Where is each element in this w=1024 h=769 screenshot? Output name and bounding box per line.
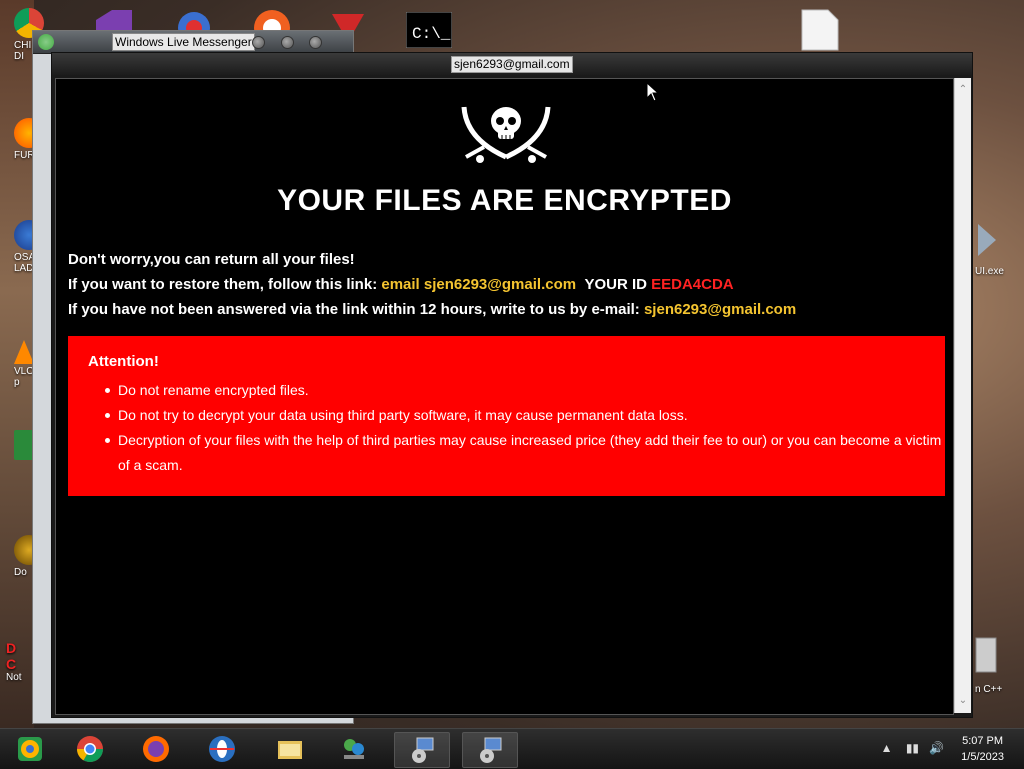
desktop-icon-label: n C++ [975, 684, 1003, 695]
restore-instructions: If you want to restore them, follow this… [68, 276, 734, 293]
show-hidden-icons-icon[interactable]: ▲ [881, 741, 893, 755]
vertical-scrollbar[interactable]: ⌃ ⌄ [954, 78, 971, 713]
fallback-email[interactable]: sjen6293@gmail.com [644, 301, 796, 318]
taskbar-button-firefox[interactable] [128, 732, 182, 766]
network-icon [344, 739, 364, 759]
ransom-note-content: YOUR FILES ARE ENCRYPTED Don't worry,you… [55, 78, 954, 715]
taskbar-button-file-explorer[interactable] [262, 732, 316, 766]
fallback-instructions: If you have not been answered via the li… [68, 301, 796, 318]
setup-icon [412, 737, 434, 763]
attention-list: Do not rename encrypted files. Do not tr… [68, 378, 945, 478]
taskbar-button-chrome-canary[interactable] [2, 732, 56, 766]
scroll-up-icon[interactable]: ⌃ [955, 82, 971, 98]
volume-icon[interactable]: 🔊 [929, 741, 944, 755]
close-button[interactable] [309, 36, 322, 49]
line1-text: Don't worry,you can return all your file… [68, 251, 355, 268]
desktop-icon-label: p [14, 377, 20, 388]
desktop-icon-label: Not [6, 672, 22, 683]
list-item: Do not rename encrypted files. [105, 378, 945, 403]
desktop-icon-label: VLC [14, 366, 34, 377]
desktop-icon-label: D [6, 640, 17, 656]
desktop-icon-label: DI [14, 51, 24, 62]
taskbar-button-chrome[interactable] [62, 732, 116, 766]
desktop-icon-label: C [6, 656, 17, 672]
file-icon[interactable] [800, 8, 844, 52]
reassurance-text: Don't worry,you can return all your file… [68, 251, 355, 268]
vlc-icon [14, 340, 34, 364]
fallback-text: If you have not been answered via the li… [68, 301, 640, 318]
recycle-bin-icon[interactable] [974, 632, 998, 676]
clock-time: 5:07 PM [962, 735, 1004, 747]
mouse-cursor-icon [646, 82, 658, 102]
clock[interactable]: 5:07 PM 1/5/2023 [961, 733, 1004, 765]
headline: YOUR FILES ARE ENCRYPTED [277, 184, 732, 217]
desktop-icon-label: LAD [14, 263, 34, 274]
taskbar: ▲ ▮▮ 🔊 5:07 PM 1/5/2023 [0, 728, 1024, 769]
ransom-window[interactable]: sjen6293@gmail.com YOUR FILES ARE ENCRYP… [51, 52, 973, 718]
desktop-icon-label: CHI [14, 40, 32, 51]
attention-box: Attention! Do not rename encrypted files… [68, 336, 945, 496]
victim-id: EEDA4CDA [651, 276, 734, 293]
file-explorer-icon [278, 741, 302, 759]
messenger-title-bar[interactable]: Windows Live Messenger [33, 31, 353, 54]
taskbar-button-network[interactable] [326, 732, 380, 766]
maximize-button[interactable] [281, 36, 294, 49]
messenger-icon [38, 34, 54, 50]
firefox-icon [143, 736, 169, 762]
clock-date: 1/5/2023 [961, 751, 1004, 763]
taskbar-button-opera[interactable] [194, 732, 248, 766]
ransom-title-bar[interactable]: sjen6293@gmail.com [52, 53, 972, 75]
minimize-button[interactable] [252, 36, 265, 49]
attention-title: Attention! [88, 353, 159, 370]
skull-crossed-swords-icon [461, 106, 551, 163]
desktop-icon-label: Do [14, 567, 27, 578]
desktop-icon-label: UI.exe [975, 266, 1004, 277]
window-title: sjen6293@gmail.com [451, 56, 573, 73]
messenger-title: Windows Live Messenger [112, 33, 255, 51]
opera-icon [209, 736, 235, 762]
contact-email-link[interactable]: email sjen6293@gmail.com [381, 276, 576, 293]
taskbar-button-setup-1[interactable] [394, 732, 450, 768]
restore-text: If you want to restore them, follow this… [68, 276, 378, 293]
command-prompt-icon[interactable]: C:\_ [405, 11, 453, 56]
scroll-down-icon[interactable]: ⌄ [955, 693, 971, 709]
chrome-canary-icon [18, 737, 42, 761]
chrome-icon [76, 736, 104, 763]
app-icon[interactable] [976, 220, 998, 260]
network-status-icon[interactable]: ▮▮ [906, 741, 919, 755]
list-item: Do not try to decrypt your data using th… [105, 403, 945, 428]
taskbar-button-setup-2[interactable] [462, 732, 518, 768]
system-tray: ▲ ▮▮ 🔊 [881, 741, 944, 755]
setup-icon [480, 737, 502, 763]
your-id-label: YOUR ID [584, 276, 647, 293]
svg-text:C:\_: C:\_ [412, 25, 451, 43]
list-item: Decryption of your files with the help o… [105, 428, 945, 478]
